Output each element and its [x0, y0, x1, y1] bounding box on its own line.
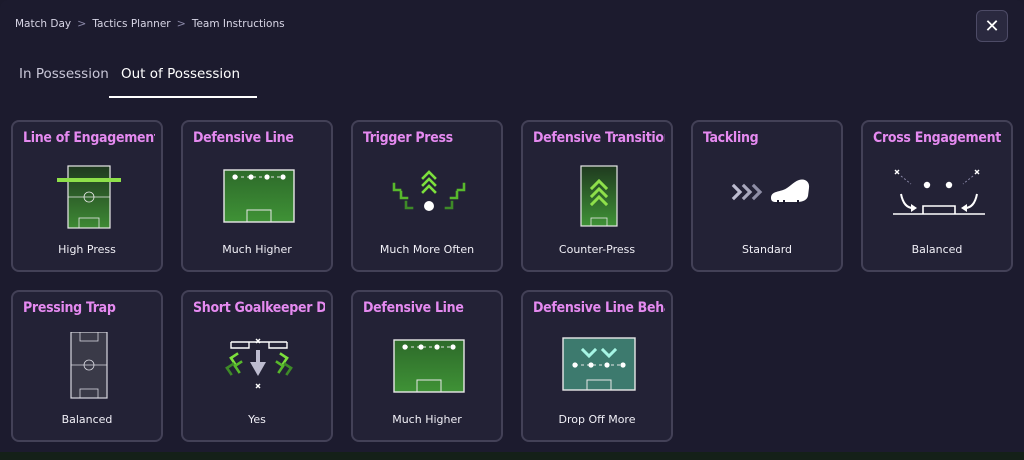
card-value: Yes	[248, 413, 266, 426]
close-button[interactable]: ✕	[976, 10, 1008, 42]
pitch-pressing-trap-icon	[70, 332, 108, 399]
drop-off-icon	[562, 337, 636, 391]
card-value: Standard	[741, 243, 793, 256]
card-title: Pressing Trap	[23, 300, 116, 316]
card-short-goalkeeper-distribution[interactable]: Short Goalkeeper Distr Yes	[181, 290, 333, 442]
breadcrumb-item-tactics-planner[interactable]: Tactics Planner	[92, 18, 170, 30]
chevron-right-icon: >	[176, 17, 186, 30]
pitch-engagement-line-icon	[57, 165, 121, 229]
tab-bar: In Possession Out of Possession	[0, 60, 300, 100]
counter-press-icon	[580, 165, 618, 227]
card-defensive-line[interactable]: Defensive Line Much Higher	[181, 120, 333, 272]
card-title: Defensive Line	[193, 130, 294, 146]
card-pressing-trap[interactable]: Pressing Trap Balanced	[11, 290, 163, 442]
breadcrumb-item-team-instructions: Team Instructions	[191, 17, 285, 30]
card-value: Much Higher	[222, 243, 292, 256]
active-tab-indicator	[109, 96, 257, 98]
card-trigger-press[interactable]: Trigger Press Much More Often	[351, 120, 503, 272]
card-defensive-line-2[interactable]: Defensive Line Much Higher	[351, 290, 503, 442]
pitch-defensive-line-icon	[223, 169, 295, 223]
goalkeeper-distribution-icon	[225, 338, 293, 389]
close-icon: ✕	[984, 15, 1000, 37]
card-value: Much Higher	[392, 413, 462, 426]
card-title: Cross Engagement	[873, 130, 1002, 146]
card-value: Balanced	[61, 413, 113, 426]
card-title: Line of Engagement	[23, 130, 155, 146]
boot-tackle-icon	[731, 179, 810, 204]
card-title: Defensive Line	[363, 300, 464, 316]
tab-in-possession[interactable]: In Possession	[19, 66, 109, 96]
card-value: Counter-Press	[558, 243, 636, 256]
card-line-of-engagement[interactable]: Line of Engagement High Press	[11, 120, 163, 272]
card-tackling[interactable]: Tackling Standard	[691, 120, 843, 272]
card-defensive-transition[interactable]: Defensive Transition Counter-Press	[521, 120, 673, 272]
card-cross-engagement[interactable]: Cross Engagement Balanced	[861, 120, 1013, 272]
footer-strip	[0, 452, 1024, 460]
card-title: Trigger Press	[363, 130, 453, 146]
card-title: Defensive Transition	[533, 130, 665, 146]
breadcrumb: Match Day > Tactics Planner > Team Instr…	[15, 17, 285, 30]
card-title: Tackling	[703, 130, 759, 146]
card-value: Much More Often	[379, 243, 475, 256]
card-defensive-line-behaviour[interactable]: Defensive Line Behavio Drop Off More	[521, 290, 673, 442]
card-title: Short Goalkeeper Distr	[193, 300, 325, 316]
card-title: Defensive Line Behavio	[533, 300, 665, 316]
cross-engagement-icon	[893, 169, 985, 215]
chevron-right-icon: >	[77, 17, 87, 30]
press-chevrons-icon	[392, 170, 466, 211]
pitch-defensive-line-icon	[393, 339, 465, 393]
card-value: Balanced	[911, 243, 963, 256]
card-value: Drop Off More	[558, 413, 636, 426]
tab-out-of-possession[interactable]: Out of Possession	[121, 66, 240, 96]
breadcrumb-item-match-day[interactable]: Match Day	[15, 18, 71, 30]
card-value: High Press	[58, 243, 116, 256]
dialog: Match Day > Tactics Planner > Team Instr…	[0, 0, 1024, 460]
